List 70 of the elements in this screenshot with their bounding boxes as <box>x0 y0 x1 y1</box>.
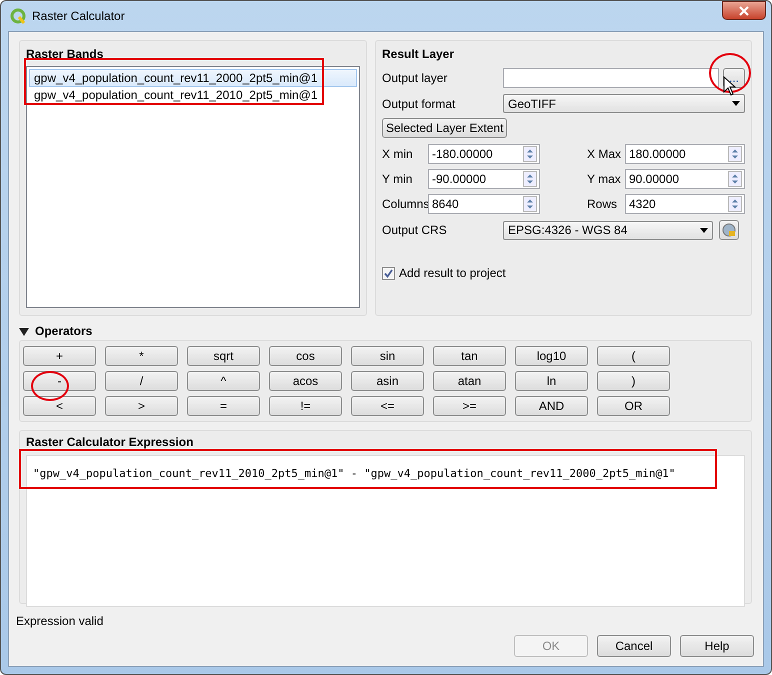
crs-select-button[interactable] <box>719 220 739 240</box>
operator-button[interactable]: < <box>23 396 96 416</box>
dialog-button[interactable]: Help <box>680 635 754 657</box>
caret-icon <box>732 101 740 106</box>
operator-button[interactable]: AND <box>515 396 588 416</box>
operator-button[interactable]: + <box>23 346 96 366</box>
number-spin-field[interactable]: 90.00000 <box>625 169 745 189</box>
field-label: Y max <box>587 171 622 188</box>
operator-button[interactable]: asin <box>351 371 424 391</box>
list-item[interactable]: gpw_v4_population_count_rev11_2010_2pt5_min@1 <box>30 87 356 103</box>
close-button[interactable] <box>722 1 766 20</box>
spin-arrows-icon[interactable] <box>523 196 537 212</box>
operator-button[interactable]: != <box>269 396 342 416</box>
output-layer-field[interactable] <box>503 68 719 88</box>
number-spin-field[interactable]: 4320 <box>625 194 745 214</box>
window-title: Raster Calculator <box>32 8 125 25</box>
operator-button[interactable]: / <box>105 371 178 391</box>
operator-button[interactable]: tan <box>433 346 506 366</box>
spin-arrows-icon[interactable] <box>523 171 537 187</box>
operator-button[interactable]: = <box>187 396 260 416</box>
spin-arrows-icon[interactable] <box>728 146 742 162</box>
operator-button[interactable]: ln <box>515 371 588 391</box>
checkbox[interactable] <box>382 266 395 280</box>
list-item[interactable]: gpw_v4_population_count_rev11_2000_2pt5_min@1 <box>29 69 357 87</box>
field-label: X Max <box>587 146 622 163</box>
operator-button[interactable]: <= <box>351 396 424 416</box>
app-logo-icon <box>10 8 26 24</box>
globe-icon <box>722 223 736 237</box>
number-spin-field[interactable]: 8640 <box>428 194 540 214</box>
group-title: Raster Calculator Expression <box>26 434 194 451</box>
selected-layer-extent-button[interactable]: Selected Layer Extent <box>382 118 508 138</box>
spin-arrows-icon[interactable] <box>728 196 742 212</box>
group-title: Raster Bands <box>26 46 104 63</box>
operator-button[interactable]: ^ <box>187 371 260 391</box>
operator-button[interactable]: cos <box>269 346 342 366</box>
field-label: Output CRS <box>382 222 448 239</box>
field-label: Columns <box>382 196 428 213</box>
output-format-dropdown[interactable]: GeoTIFF <box>503 94 745 113</box>
expression-editor[interactable]: "gpw_v4_population_count_rev11_2010_2pt5_min@1" - "gpw_v4_population_count_rev11_2000_2pt5_min@1" <box>26 455 745 607</box>
field-label: Y min <box>382 171 414 188</box>
field-label: Output layer <box>382 70 448 87</box>
crs-dropdown[interactable]: EPSG:4326 - WGS 84 <box>503 220 713 240</box>
operator-button[interactable]: ) <box>597 371 670 391</box>
caret-icon <box>700 228 708 232</box>
operator-button[interactable]: log10 <box>515 346 588 366</box>
number-spin-field[interactable]: -180.00000 <box>428 144 540 164</box>
status-text: Expression valid <box>16 613 104 630</box>
number-spin-field[interactable]: 180.00000 <box>625 144 745 164</box>
checkbox-label: Add result to project <box>399 265 506 282</box>
operator-button[interactable]: OR <box>597 396 670 416</box>
group-title: Operators <box>35 323 92 340</box>
field-label: Rows <box>587 196 618 213</box>
operator-button[interactable]: sin <box>351 346 424 366</box>
operator-button[interactable]: >= <box>433 396 506 416</box>
operator-button[interactable]: * <box>105 346 178 366</box>
dialog-button[interactable]: Cancel <box>597 635 671 657</box>
mouse-cursor-icon <box>723 76 737 96</box>
operator-button[interactable]: sqrt <box>187 346 260 366</box>
spin-arrows-icon[interactable] <box>523 146 537 162</box>
group-title: Result Layer <box>382 46 456 63</box>
operator-button[interactable]: acos <box>269 371 342 391</box>
spin-arrows-icon[interactable] <box>728 171 742 187</box>
close-icon <box>739 6 749 16</box>
operator-button[interactable]: - <box>23 371 96 391</box>
field-label: X min <box>382 146 414 163</box>
operator-button[interactable]: ( <box>597 346 670 366</box>
operator-button[interactable]: > <box>105 396 178 416</box>
number-spin-field[interactable]: -90.00000 <box>428 169 540 189</box>
operator-button[interactable]: atan <box>433 371 506 391</box>
field-label: Output format <box>382 96 456 112</box>
